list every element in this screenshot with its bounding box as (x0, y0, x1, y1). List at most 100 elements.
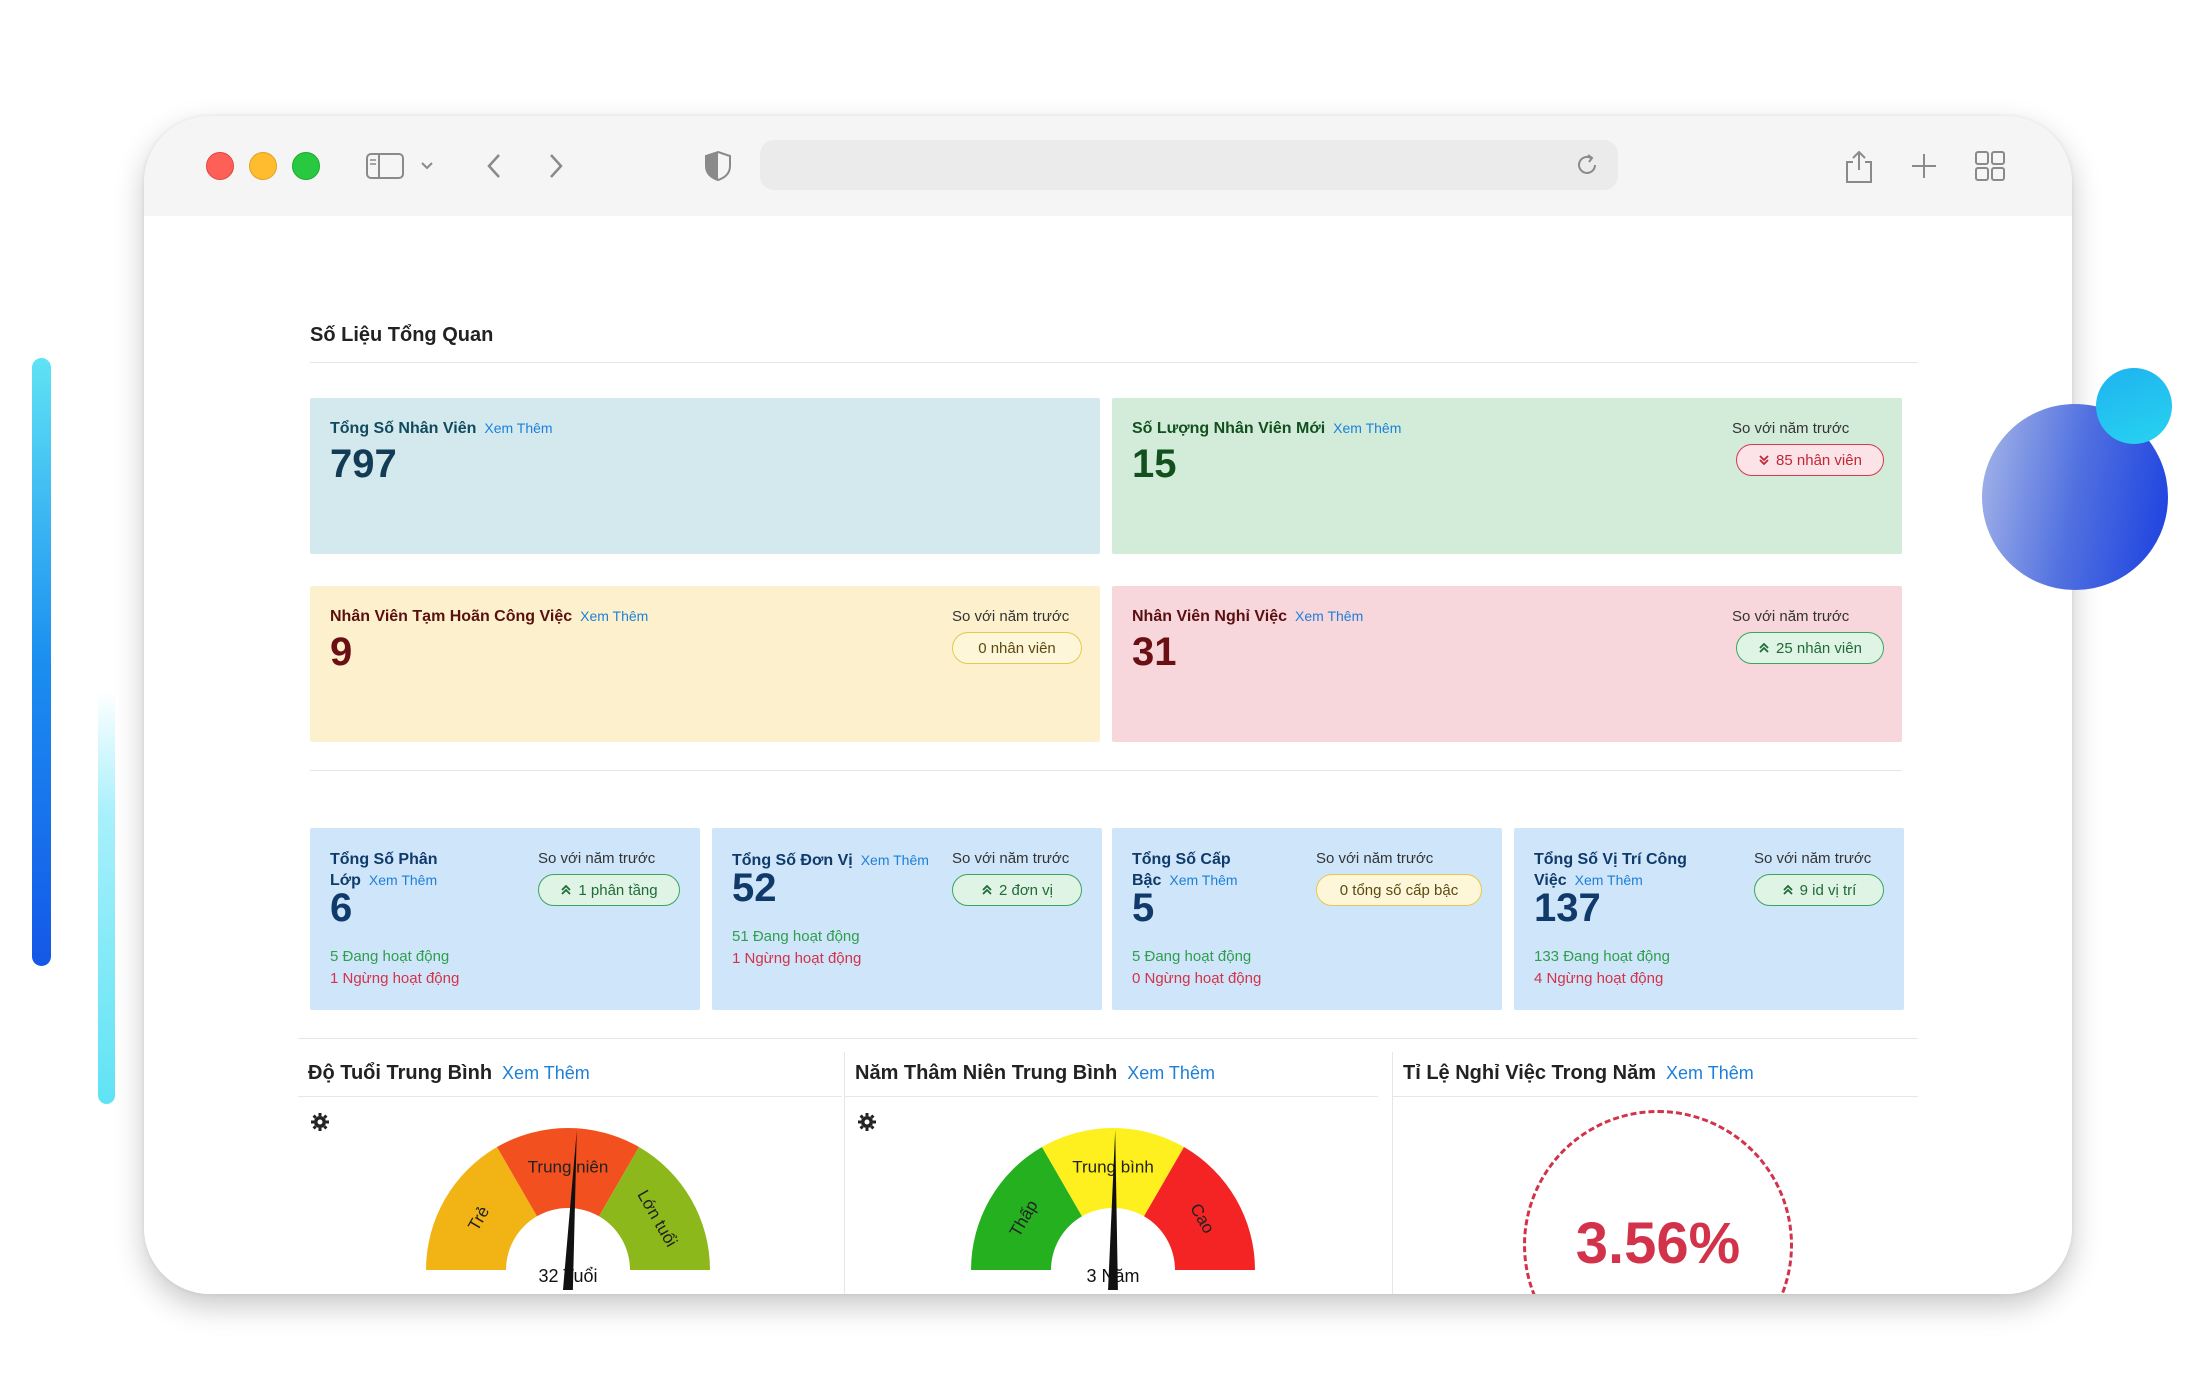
card-value: 15 (1132, 442, 1177, 486)
card-value: 797 (330, 442, 397, 486)
minimize-window-button[interactable] (249, 152, 277, 180)
compare-value: 25 nhân viên (1776, 639, 1862, 657)
panel-title: Năm Thâm Niên Trung Bình (855, 1062, 1118, 1084)
browser-window: Số Liệu Tổng Quan Tổng Số Nhân Viên Xem T… (144, 116, 2072, 1294)
gauge-segment-label: Trung niên (528, 1157, 609, 1176)
card-value: 9 (330, 630, 353, 674)
see-more-link[interactable]: Xem Thêm (1127, 1063, 1215, 1083)
compare-label: So với năm trước (538, 850, 656, 867)
card-title: Số Lượng Nhân Viên Mới (1132, 420, 1326, 437)
see-more-link[interactable]: Xem Thêm (369, 872, 437, 888)
active-count: 5 Đang hoạt động (1132, 948, 1252, 965)
close-window-button[interactable] (206, 152, 234, 180)
compare-value: 0 nhân viên (978, 639, 1056, 657)
compare-label: So với năm trước (1732, 420, 1850, 437)
compare-value: 9 id vị trí (1799, 881, 1857, 899)
divider (310, 362, 1918, 363)
see-more-link[interactable]: Xem Thêm (1295, 608, 1363, 624)
compare-label: So với năm trước (1316, 850, 1434, 867)
compare-value: 1 phân tầng (578, 881, 658, 899)
card-title: Tổng Số Nhân Viên (330, 420, 477, 437)
shield-icon[interactable] (704, 148, 732, 184)
stat-card-ranks: Tổng Số Cấp Bậc Xem Thêm 5 So với năm trư… (1112, 828, 1502, 1010)
page-content: Số Liệu Tổng Quan Tổng Số Nhân Viên Xem T… (144, 216, 2072, 1294)
forward-icon[interactable] (548, 148, 564, 184)
compare-value: 0 tổng số cấp bậc (1339, 881, 1459, 899)
gear-icon[interactable] (310, 1112, 330, 1137)
rate-value: 3.56% (1575, 1211, 1741, 1276)
card-value: 5 (1132, 886, 1155, 930)
inactive-count: 4 Ngừng hoạt động (1534, 970, 1664, 987)
divider (845, 1096, 1378, 1097)
double-chevron-up-icon (1759, 642, 1769, 653)
browser-toolbar (144, 116, 2072, 216)
card-value: 6 (330, 886, 353, 930)
divider (310, 770, 1902, 771)
double-chevron-up-icon (982, 884, 992, 895)
compare-label: So với năm trước (1732, 608, 1850, 625)
see-more-link[interactable]: Xem Thêm (1169, 872, 1237, 888)
share-icon[interactable] (1844, 148, 1874, 184)
inactive-count: 0 Ngừng hoạt động (1132, 970, 1262, 987)
compare-badge: 0 tổng số cấp bậc (1316, 874, 1482, 906)
chevron-down-icon[interactable] (420, 148, 434, 184)
compare-badge: 9 id vị trí (1754, 874, 1884, 906)
panel-title: Độ Tuổi Trung Bình (308, 1062, 493, 1084)
divider (298, 1096, 842, 1097)
divider (298, 1038, 1918, 1039)
decor-gradient-bar (32, 358, 51, 966)
see-more-link[interactable]: Xem Thêm (580, 608, 648, 624)
see-more-link[interactable]: Xem Thêm (1666, 1063, 1754, 1083)
stat-card-classes: Tổng Số Phân Lớp Xem Thêm 6 So với năm tr… (310, 828, 700, 1010)
stat-card-new-employees: Số Lượng Nhân Viên Mới Xem Thêm 15 So với… (1112, 398, 1902, 554)
gauge-value: 32 Tuổi (538, 1266, 598, 1286)
panel-resignation-rate: Tỉ Lệ Nghỉ Việc Trong Năm Xem Thêm 3.56% (1392, 1052, 1918, 1294)
card-value: 52 (732, 866, 777, 910)
compare-label: So với năm trước (952, 608, 1070, 625)
compare-label: So với năm trước (1754, 850, 1872, 867)
see-more-link[interactable]: Xem Thêm (1333, 420, 1401, 436)
compare-badge: 85 nhân viên (1736, 444, 1884, 476)
compare-badge: 2 đơn vị (952, 874, 1082, 906)
gauge-value: 3 Năm (1086, 1266, 1140, 1286)
see-more-link[interactable]: Xem Thêm (502, 1063, 590, 1083)
gauge-segment-label: Trung bình (1072, 1157, 1154, 1176)
see-more-link[interactable]: Xem Thêm (484, 420, 552, 436)
gear-icon[interactable] (857, 1112, 877, 1137)
gauge-chart-age: TrẻTrung niênLớn tuổi (426, 1128, 710, 1290)
tab-overview-icon[interactable] (1974, 148, 2006, 184)
compare-value: 85 nhân viên (1776, 451, 1862, 469)
sidebar-toggle-icon[interactable] (366, 148, 404, 184)
active-count: 5 Đang hoạt động (330, 948, 450, 965)
card-value: 31 (1132, 630, 1177, 674)
stat-card-units: Tổng Số Đơn Vị Xem Thêm 52 So với năm trư… (712, 828, 1102, 1010)
address-bar[interactable] (760, 140, 1618, 190)
active-count: 51 Đang hoạt động (732, 928, 860, 945)
reload-icon[interactable] (1574, 152, 1600, 183)
double-chevron-up-icon (1783, 884, 1793, 895)
gauge-chart-seniority: ThấpTrung bìnhCao (971, 1128, 1255, 1290)
see-more-link[interactable]: Xem Thêm (861, 852, 929, 868)
stat-card-positions: Tổng Số Vị Trí Công Việc Xem Thêm 137 So … (1514, 828, 1904, 1010)
inactive-count: 1 Ngừng hoạt động (330, 970, 460, 987)
double-chevron-down-icon (1759, 455, 1769, 466)
compare-badge: 0 nhân viên (952, 632, 1082, 664)
compare-label: So với năm trước (952, 850, 1070, 867)
back-icon[interactable] (486, 148, 502, 184)
card-value: 137 (1534, 886, 1601, 930)
inactive-count: 1 Ngừng hoạt động (732, 950, 862, 967)
compare-badge: 25 nhân viên (1736, 632, 1884, 664)
stat-card-suspended-employees: Nhân Viên Tạm Hoãn Công Việc Xem Thêm 9 S… (310, 586, 1100, 742)
maximize-window-button[interactable] (292, 152, 320, 180)
panel-average-age: Độ Tuổi Trung Bình Xem Thêm Trẻ Trung niên… (298, 1052, 842, 1294)
divider (1393, 1096, 1918, 1097)
panel-title: Tỉ Lệ Nghỉ Việc Trong Năm (1403, 1062, 1657, 1084)
decor-gradient-bar-faded (98, 690, 115, 1104)
compare-value: 2 đơn vị (998, 881, 1054, 899)
active-count: 133 Đang hoạt động (1534, 948, 1670, 965)
new-tab-icon[interactable] (1910, 148, 1938, 184)
stat-card-resigned-employees: Nhân Viên Nghỉ Việc Xem Thêm 31 So với nă… (1112, 586, 1902, 742)
double-chevron-up-icon (561, 884, 572, 895)
card-title: Nhân Viên Tạm Hoãn Công Việc (330, 608, 573, 625)
panel-average-seniority: Năm Thâm Niên Trung Bình Xem Thêm Thấp Tru… (844, 1052, 1378, 1294)
